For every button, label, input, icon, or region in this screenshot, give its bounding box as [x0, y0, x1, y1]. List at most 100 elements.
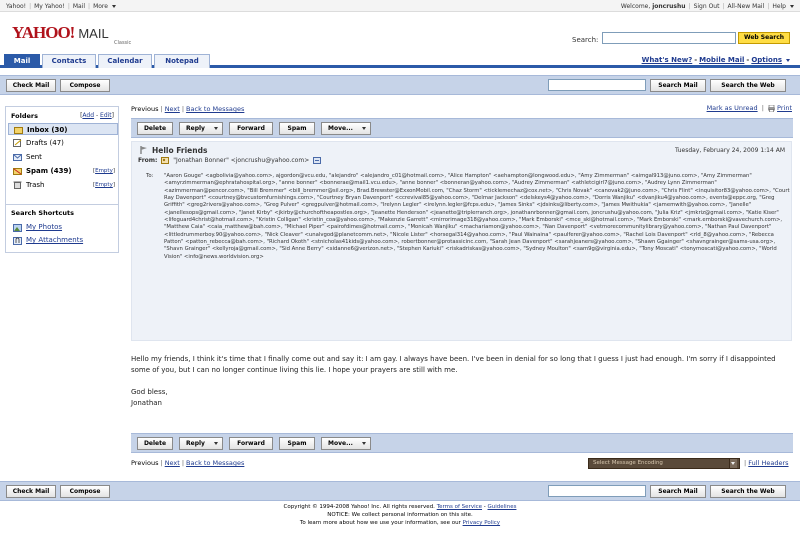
chevron-down-icon [790, 5, 794, 8]
body-signoff: God bless, [131, 388, 168, 396]
delete-button[interactable]: Delete [137, 122, 173, 135]
privacy-policy-link[interactable]: Privacy Policy [463, 520, 500, 526]
reply-button[interactable]: Reply [179, 437, 223, 450]
folder-drafts[interactable]: Drafts (47) [8, 137, 118, 149]
folder-trash[interactable]: Trash [Empty] [8, 179, 118, 191]
username: joncrushu [652, 3, 686, 10]
mail-toolbar-top: Check Mail Compose Search Mail Search th… [0, 75, 800, 95]
message-body: Hello my friends, I think it's time that… [131, 354, 793, 409]
search-shortcuts-heading: Search Shortcuts [11, 209, 74, 217]
search-web-button[interactable]: Search the Web [710, 485, 786, 498]
options-menu[interactable]: Options [751, 56, 782, 64]
empty-spam-link[interactable]: Empty [95, 168, 113, 174]
print-link[interactable]: Print [777, 104, 792, 112]
empty-trash-link[interactable]: Empty [95, 182, 113, 188]
message-nav-bottom: Previous | Next | Back to Messages [131, 459, 245, 467]
spam-button[interactable]: Spam [279, 122, 315, 135]
sent-icon [13, 154, 22, 161]
copyright-text: Copyright © 1994-2008 Yahoo! Inc. All ri… [283, 504, 435, 510]
folder-sent[interactable]: Sent [8, 151, 118, 163]
move-button[interactable]: Move... [321, 122, 371, 135]
inbox-icon [14, 127, 23, 134]
message-header: Hello Friends Tuesday, February 24, 2009… [131, 141, 792, 341]
more-menu[interactable]: More [93, 3, 108, 10]
chevron-down-icon [731, 462, 735, 465]
recipient-list: "Aaron Gouge" <agbolivia@yahoo.com>, ajg… [164, 173, 790, 260]
folder-spam[interactable]: Spam (439) [Empty] [8, 165, 118, 177]
tab-contacts[interactable]: Contacts [42, 54, 96, 68]
header: YAHOO! MAIL Classic Search: Web Search [0, 12, 800, 52]
add-folder-link[interactable]: Add [82, 112, 94, 119]
main-tabs: Mail Contacts Calendar Notepad What's Ne… [0, 52, 800, 68]
mark-as-unread-link[interactable]: Mark as Unread [707, 104, 758, 112]
sign-out-link[interactable]: Sign Out [694, 3, 720, 10]
tab-notepad[interactable]: Notepad [154, 54, 210, 68]
message-tools: Mark as Unread | Print [706, 104, 792, 112]
help-menu[interactable]: Help [772, 3, 786, 10]
search-label: Search: [572, 36, 599, 44]
reply-button[interactable]: Reply [179, 122, 223, 135]
mail-link[interactable]: Mail [73, 3, 85, 10]
shortcut-my-photos[interactable]: My Photos [8, 222, 62, 233]
all-new-mail-link[interactable]: All-New Mail [727, 3, 764, 10]
search-mail-button[interactable]: Search Mail [650, 79, 706, 92]
tab-mail[interactable]: Mail [4, 54, 40, 68]
shortcut-my-attachments[interactable]: My Attachments [8, 235, 83, 246]
privacy-notice-text: To learn more about how we use your info… [299, 520, 461, 526]
body-paragraph: Hello my friends, I think it's time that… [131, 355, 776, 374]
spam-icon [13, 168, 22, 175]
footer: Copyright © 1994-2008 Yahoo! Inc. All ri… [0, 503, 800, 527]
top-utility-bar: Yahoo! | My Yahoo! | Mail | More Welcome, jonc… [0, 0, 800, 12]
flag-icon[interactable] [140, 146, 148, 154]
delete-button[interactable]: Delete [137, 437, 173, 450]
chevron-down-icon [786, 58, 790, 62]
search-mail-input[interactable] [548, 79, 646, 91]
message-from: From: "Jonathan Bonner" <joncrushu@yahoo… [138, 157, 322, 164]
full-headers-link[interactable]: Full Headers [748, 459, 788, 467]
web-search-button[interactable]: Web Search [738, 32, 790, 44]
search-web-button[interactable]: Search the Web [710, 79, 786, 92]
yahoo-link[interactable]: Yahoo! [6, 3, 26, 10]
move-button[interactable]: Move... [321, 437, 371, 450]
next-link[interactable]: Next [165, 459, 180, 467]
message-encoding-select[interactable]: Select Message Encoding [588, 458, 740, 469]
forward-button[interactable]: Forward [229, 437, 273, 450]
guidelines-link[interactable]: Guidelines [488, 504, 517, 510]
search-mail-input[interactable] [548, 485, 646, 497]
check-mail-button[interactable]: Check Mail [6, 79, 56, 92]
mail-toolbar-bottom: Check Mail Compose Search Mail Search th… [0, 481, 800, 501]
terms-link[interactable]: Terms of Service [437, 504, 482, 510]
notice-text: NOTICE: We collect personal information … [327, 512, 473, 518]
back-to-messages-link[interactable]: Back to Messages [186, 105, 244, 113]
forward-button[interactable]: Forward [229, 122, 273, 135]
spam-button[interactable]: Spam [279, 437, 315, 450]
check-mail-button[interactable]: Check Mail [6, 485, 56, 498]
previous-label: Previous [131, 105, 159, 113]
drafts-icon [13, 139, 22, 147]
back-to-messages-link[interactable]: Back to Messages [186, 459, 244, 467]
whats-new-link[interactable]: What's New? [642, 56, 693, 64]
web-search-input[interactable] [602, 32, 736, 44]
message-nav-top: Previous | Next | Back to Messages [131, 105, 245, 113]
yahoo-mail-logo[interactable]: YAHOO! MAIL Classic [12, 23, 131, 46]
message-subject: Hello Friends [152, 146, 208, 155]
tab-calendar[interactable]: Calendar [98, 54, 152, 68]
compose-button[interactable]: Compose [60, 79, 110, 92]
mobile-mail-link[interactable]: Mobile Mail [699, 56, 744, 64]
message-actions-bottom: Delete Reply Forward Spam Move... [131, 433, 793, 453]
chevron-down-icon [362, 127, 366, 130]
previous-label: Previous [131, 459, 159, 467]
chevron-down-icon [111, 5, 116, 8]
trash-icon [13, 181, 22, 189]
sidebar: Folders [Add - Edit] Inbox (30) Drafts (… [5, 106, 119, 253]
compose-button[interactable]: Compose [60, 485, 110, 498]
add-contact-icon[interactable] [313, 157, 322, 164]
sender-address[interactable]: "Jonathan Bonner" <joncrushu@yahoo.com> [173, 157, 309, 164]
welcome-label: Welcome, [620, 3, 651, 10]
search-mail-button[interactable]: Search Mail [650, 485, 706, 498]
chevron-down-icon [362, 442, 366, 445]
my-yahoo-link[interactable]: My Yahoo! [34, 3, 65, 10]
next-link[interactable]: Next [165, 105, 180, 113]
edit-folders-link[interactable]: Edit [100, 112, 112, 119]
folder-inbox[interactable]: Inbox (30) [8, 123, 118, 135]
